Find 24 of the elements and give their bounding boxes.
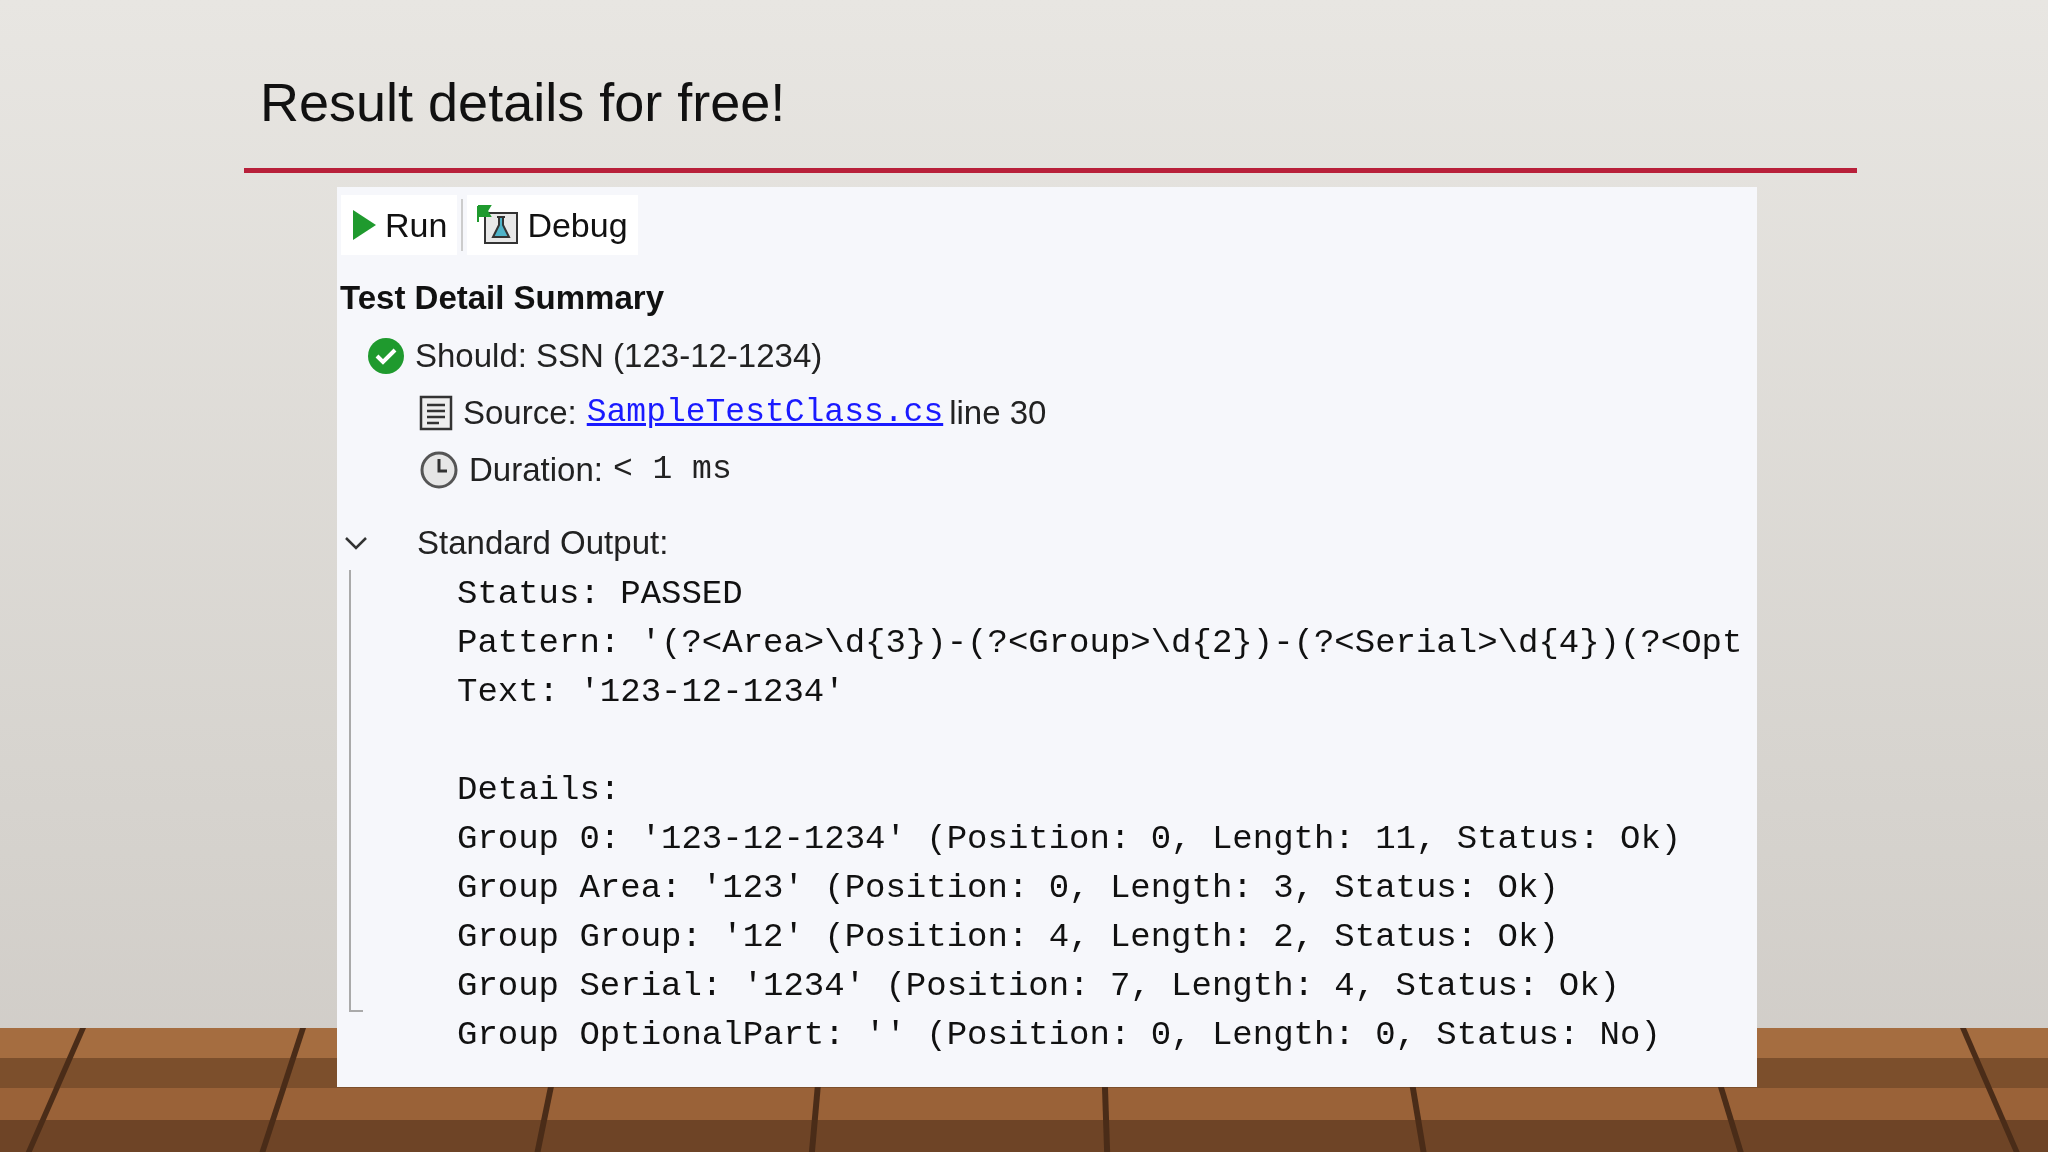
summary-heading: Test Detail Summary: [340, 278, 665, 318]
flask-icon: [477, 205, 520, 245]
clock-icon: [419, 449, 459, 490]
output-line: Group OptionalPart: '' (Position: 0, Length: 0, Status: No): [457, 1015, 1662, 1056]
output-line: Pattern: '(?<Area>\d{3})-(?<Group>\d{2})-(?<Serial>\d{4})(?<Opt: [457, 623, 1743, 664]
output-line: Group Group: '12' (Position: 4, Length: 2, Status: Ok): [457, 917, 1560, 958]
duration-value: < 1 ms: [612, 451, 732, 488]
slide-title: Result details for free!: [260, 71, 786, 134]
document-icon: [419, 394, 453, 431]
output-line: Text: '123-12-1234': [457, 672, 846, 713]
play-icon: [351, 209, 377, 241]
output-line: Group Area: '123' (Position: 0, Length: 3, Status: Ok): [457, 868, 1560, 909]
test-name: Should: SSN (123-12-1234): [415, 336, 823, 375]
source-line: line 30: [949, 393, 1047, 432]
source-file-link[interactable]: SampleTestClass.cs: [586, 394, 944, 431]
output-line: Group Serial: '1234' (Position: 7, Length: 4, Status: Ok): [457, 966, 1621, 1007]
output-heading: Standard Output:: [417, 524, 669, 562]
details-heading: Details:: [457, 770, 622, 811]
output-line: Status: PASSED: [457, 574, 744, 615]
duration-label: Duration:: [469, 450, 603, 489]
source-label: Source:: [463, 393, 577, 432]
output-line: Group 0: '123-12-1234' (Position: 0, Length: 11, Status: Ok): [457, 819, 1683, 860]
run-button[interactable]: Run: [341, 195, 458, 255]
debug-button[interactable]: Debug: [467, 195, 638, 255]
